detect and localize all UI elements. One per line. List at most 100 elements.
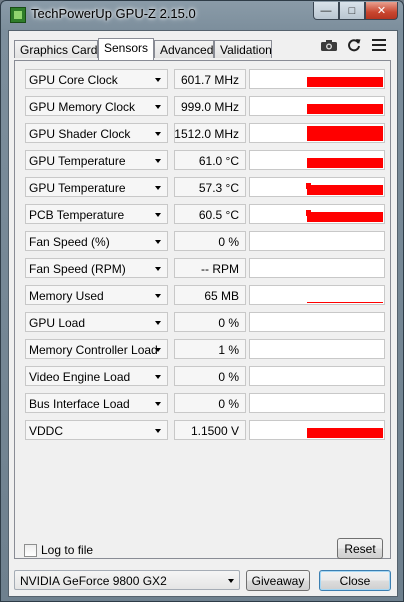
chevron-down-icon — [155, 159, 161, 163]
sensor-value-box: 61.0 °C — [174, 150, 246, 170]
chevron-down-icon — [155, 294, 161, 298]
sensor-value-box: 60.5 °C — [174, 204, 246, 224]
sensor-label: GPU Shader Clock — [29, 127, 131, 141]
sensor-label: PCB Temperature — [29, 208, 125, 222]
gpuz-app-icon[interactable] — [10, 7, 26, 23]
sensor-row: PCB Temperature 60.5 °C — [25, 204, 385, 226]
tab-advanced[interactable]: Advanced — [154, 40, 214, 58]
sensor-graph — [249, 231, 385, 251]
sensor-value: 0 % — [218, 235, 239, 249]
sensor-graph — [249, 150, 385, 170]
sensor-label: GPU Core Clock — [29, 73, 118, 87]
sensor-label-dropdown[interactable]: Memory Used — [25, 285, 168, 305]
sensor-value: 0 % — [218, 370, 239, 384]
sensor-label-dropdown[interactable]: Bus Interface Load — [25, 393, 168, 413]
close-button[interactable]: Close — [319, 570, 391, 591]
sensor-value-box: 65 MB — [174, 285, 246, 305]
sensor-graph — [249, 312, 385, 332]
sensor-value: 1.1500 V — [190, 424, 239, 438]
sensor-label-dropdown[interactable]: GPU Temperature — [25, 150, 168, 170]
sensor-graph — [249, 285, 385, 305]
title-bar[interactable]: TechPowerUp GPU-Z 2.15.0 — □ ✕ — [1, 1, 403, 29]
sensor-row: Memory Used 65 MB — [25, 285, 385, 307]
giveaway-button[interactable]: Giveaway — [246, 570, 310, 591]
sensor-value: 999.0 MHz — [180, 100, 239, 114]
refresh-icon[interactable] — [344, 37, 364, 53]
log-to-file-label[interactable]: Log to file — [41, 543, 93, 557]
sensor-value: 60.5 °C — [198, 208, 239, 222]
chevron-down-icon — [155, 429, 161, 433]
sensor-label: VDDC — [29, 424, 64, 438]
sensor-label-dropdown[interactable]: GPU Memory Clock — [25, 96, 168, 116]
sensor-label-dropdown[interactable]: GPU Temperature — [25, 177, 168, 197]
sensor-row: VDDC 1.1500 V — [25, 420, 385, 442]
sensor-label-dropdown[interactable]: GPU Load — [25, 312, 168, 332]
log-to-file-checkbox[interactable] — [24, 544, 37, 557]
maximize-button[interactable]: □ — [339, 2, 365, 20]
sensor-value: 0 % — [218, 397, 239, 411]
sensor-graph — [249, 177, 385, 197]
sensor-graph-fill — [307, 428, 383, 438]
gpuz-window: TechPowerUp GPU-Z 2.15.0 — □ ✕ Graphics … — [0, 0, 404, 602]
sensor-graph — [249, 366, 385, 386]
tab-validation[interactable]: Validation — [214, 40, 272, 58]
sensor-graph — [249, 339, 385, 359]
sensor-row: Bus Interface Load 0 % — [25, 393, 385, 415]
reset-button[interactable]: Reset — [337, 538, 383, 559]
sensor-label: GPU Memory Clock — [29, 100, 136, 114]
sensor-label-dropdown[interactable]: PCB Temperature — [25, 204, 168, 224]
sensor-value: 61.0 °C — [198, 154, 239, 168]
chevron-down-icon — [228, 579, 234, 583]
sensor-row: GPU Core Clock 601.7 MHz — [25, 69, 385, 91]
sensors-panel: GPU Core Clock 601.7 MHz GPU Memory Clock 9… — [14, 60, 391, 559]
camera-icon[interactable] — [319, 37, 339, 53]
sensor-value-box: 601.7 MHz — [174, 69, 246, 89]
sensor-row: GPU Shader Clock 1512.0 MHz — [25, 123, 385, 145]
sensor-row: Memory Controller Load 1 % — [25, 339, 385, 361]
sensor-graph — [249, 96, 385, 116]
chevron-down-icon — [155, 348, 161, 352]
chevron-down-icon — [155, 105, 161, 109]
tab-graphics-card[interactable]: Graphics Card — [14, 40, 98, 58]
sensor-graph-spike — [306, 210, 311, 216]
sensor-label: GPU Temperature — [29, 154, 126, 168]
sensor-value-box: 1 % — [174, 339, 246, 359]
chevron-down-icon — [155, 132, 161, 136]
chevron-down-icon — [155, 267, 161, 271]
sensor-graph-fill — [307, 77, 383, 87]
gpu-select-dropdown[interactable]: NVIDIA GeForce 9800 GX2 — [14, 570, 240, 590]
chevron-down-icon — [155, 321, 161, 325]
chevron-down-icon — [155, 186, 161, 190]
sensor-label: Video Engine Load — [29, 370, 131, 384]
sensor-graph-fill — [307, 126, 383, 141]
sensor-value: 601.7 MHz — [180, 73, 239, 87]
sensor-label-dropdown[interactable]: GPU Core Clock — [25, 69, 168, 89]
sensor-value: 65 MB — [204, 289, 239, 303]
chevron-down-icon — [155, 375, 161, 379]
sensor-label-dropdown[interactable]: VDDC — [25, 420, 168, 440]
tab-sensors[interactable]: Sensors — [98, 38, 154, 60]
sensor-value-box: 1512.0 MHz — [174, 123, 246, 143]
sensor-label-dropdown[interactable]: GPU Shader Clock — [25, 123, 168, 143]
chevron-down-icon — [155, 78, 161, 82]
sensor-label-dropdown[interactable]: Video Engine Load — [25, 366, 168, 386]
menu-icon[interactable] — [369, 37, 389, 53]
sensor-graph-fill — [307, 104, 383, 114]
sensor-value: 57.3 °C — [198, 181, 239, 195]
sensor-label: GPU Load — [29, 316, 86, 330]
sensor-value-box: 57.3 °C — [174, 177, 246, 197]
sensor-label-dropdown[interactable]: Memory Controller Load — [25, 339, 168, 359]
sensor-graph — [249, 393, 385, 413]
client-area: Graphics Card Sensors Advanced Validatio… — [8, 30, 398, 597]
sensor-graph-fill — [307, 212, 383, 222]
sensor-label-dropdown[interactable]: Fan Speed (RPM) — [25, 258, 168, 278]
sensor-value-box: 999.0 MHz — [174, 96, 246, 116]
close-window-button[interactable]: ✕ — [365, 2, 398, 20]
sensor-label-dropdown[interactable]: Fan Speed (%) — [25, 231, 168, 251]
sensor-label: Memory Controller Load — [29, 343, 158, 357]
sensor-label: Memory Used — [29, 289, 104, 303]
gpu-select-value: NVIDIA GeForce 9800 GX2 — [20, 574, 167, 588]
sensor-value: 1 % — [218, 343, 239, 357]
minimize-button[interactable]: — — [313, 2, 339, 20]
sensor-row: Fan Speed (%) 0 % — [25, 231, 385, 253]
